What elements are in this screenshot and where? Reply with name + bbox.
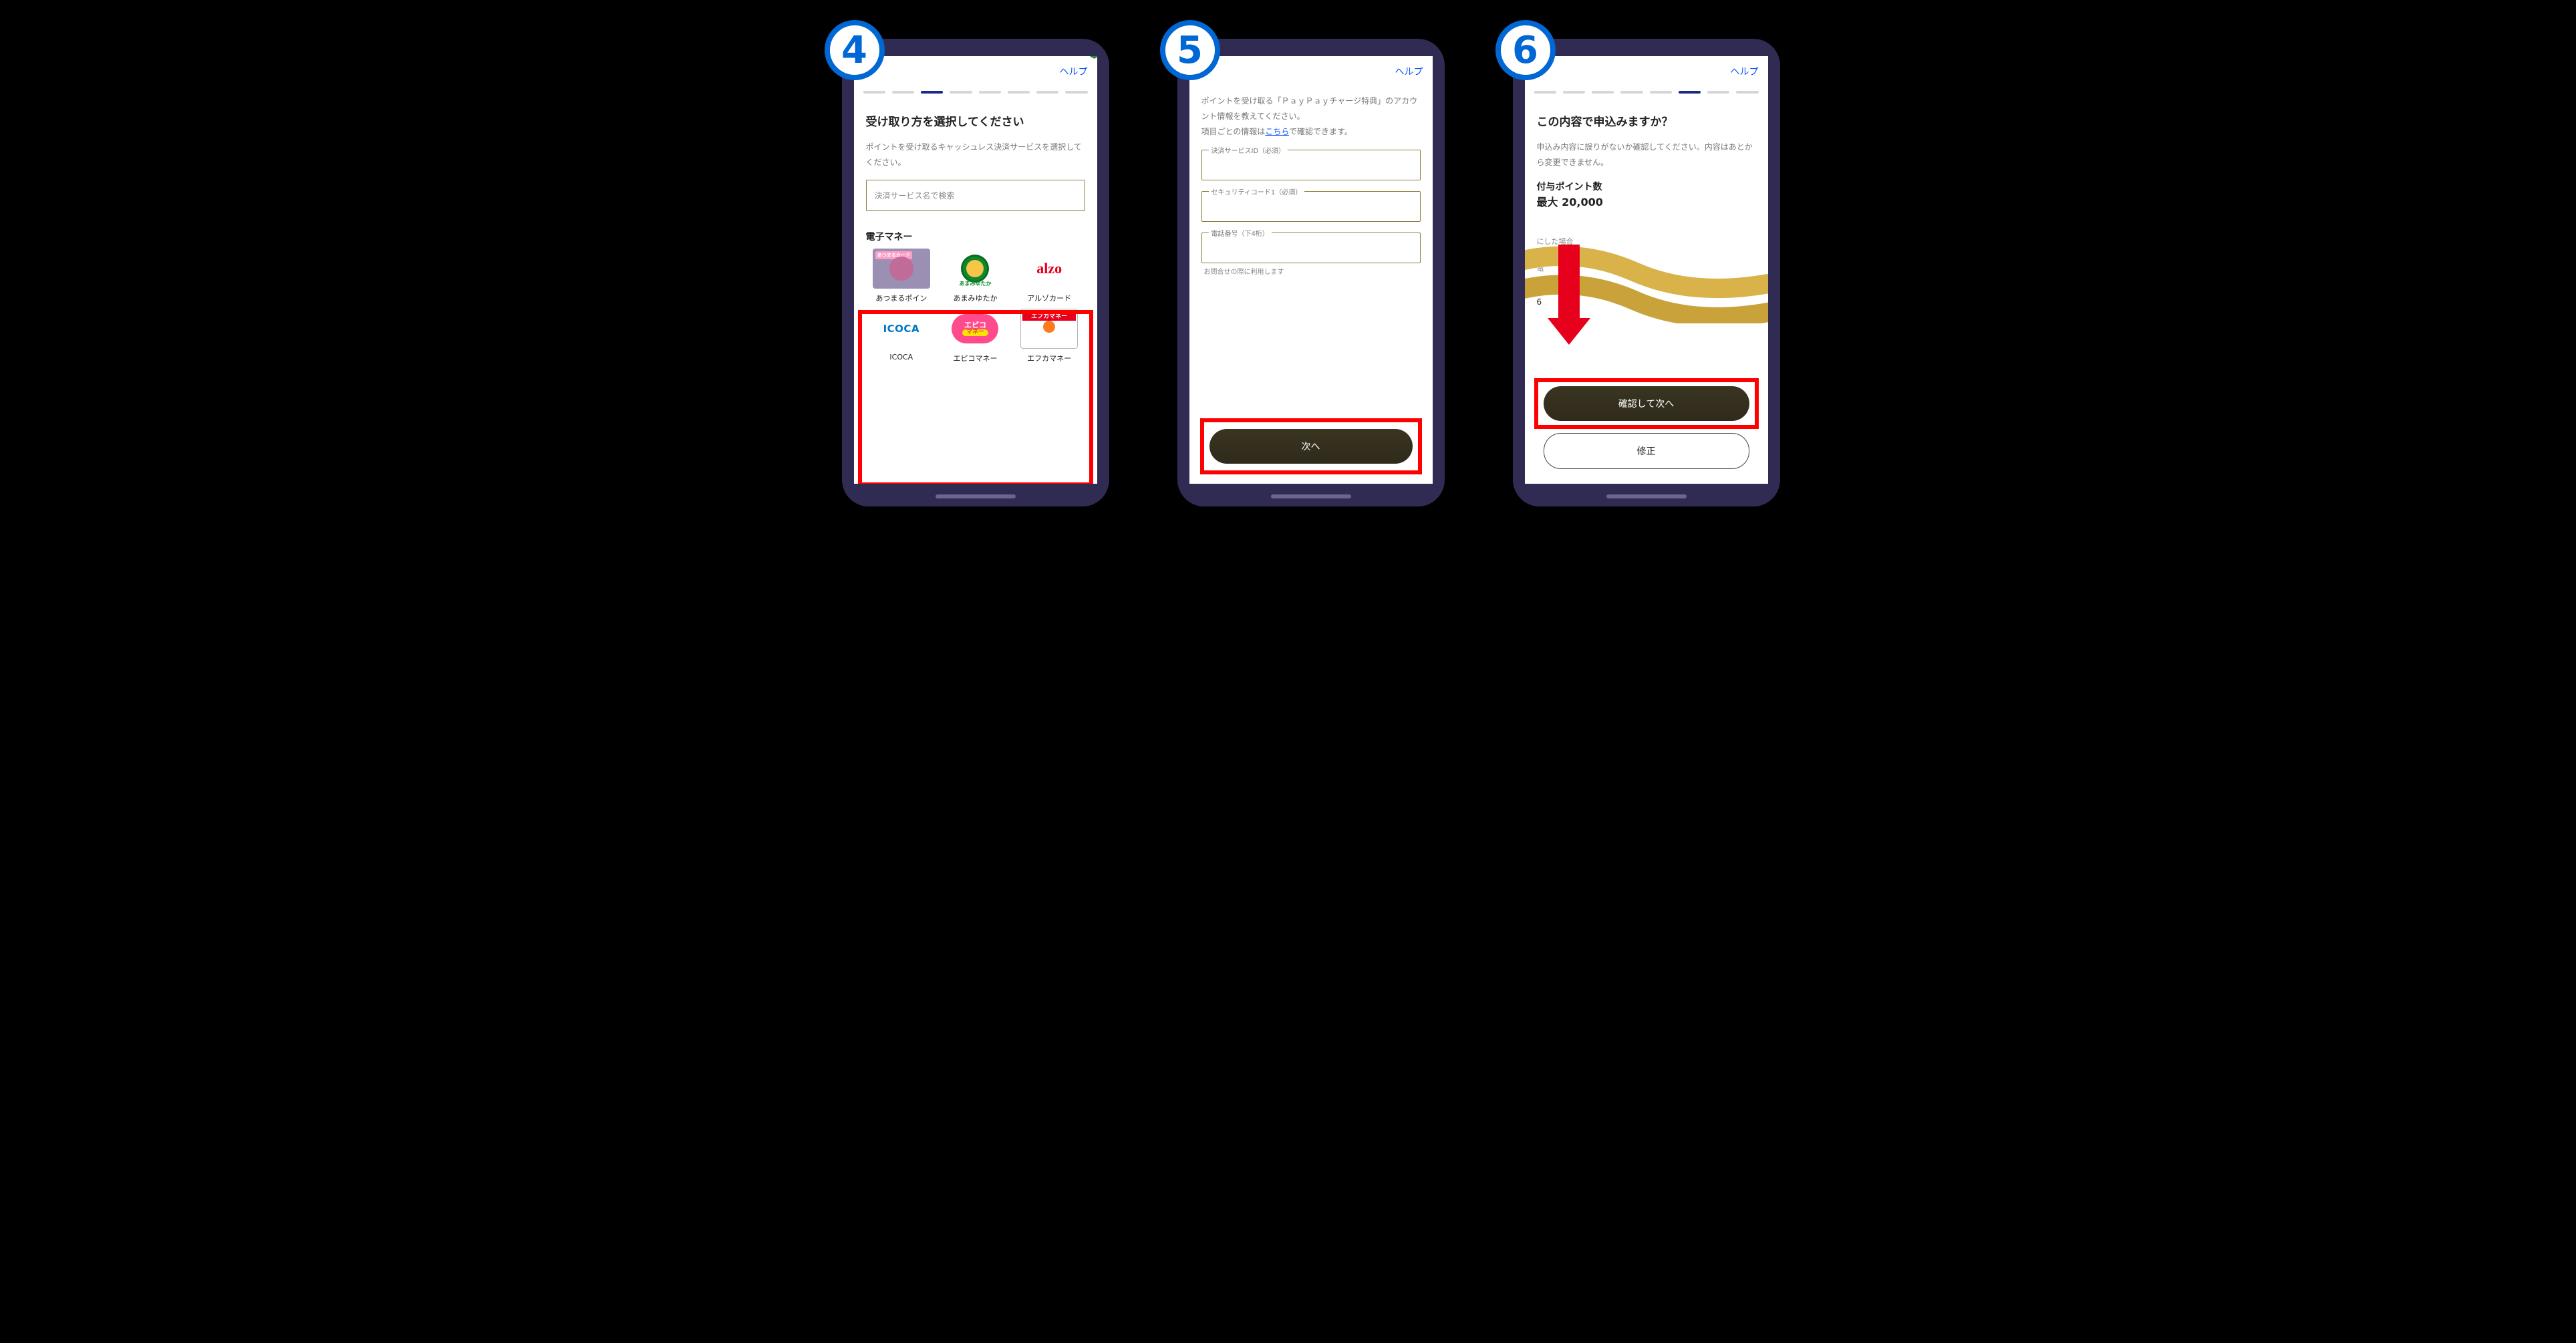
field-legend: セキュリティコード1（必須） — [1209, 186, 1305, 196]
phone-step-6: ‹ ヘルプ この内容で申込みますか？ 申込み内容に誤りがないか確認してください。… — [1513, 39, 1780, 506]
search-input[interactable]: 決済サービス名で検索 — [866, 180, 1085, 211]
screen-step-6: ‹ ヘルプ この内容で申込みますか？ 申込み内容に誤りがないか確認してください。… — [1525, 56, 1768, 484]
emoney-option[interactable]: エフカマネー エフカマネー — [1016, 309, 1083, 363]
atsumaru-card-icon: あつまるカード — [873, 249, 930, 289]
emoney-option[interactable]: あまみゆたか あまみゆたか — [942, 249, 1008, 303]
ebico-money-icon: エピコマネー — [946, 309, 1004, 349]
option-label: ICOCA — [889, 353, 913, 361]
alzo-card-icon: alzo — [1020, 249, 1078, 289]
field-legend: 決済サービスID（必須） — [1209, 145, 1288, 155]
screen-step-4: ‹ ヘルプ 受け取り方を選択してください ポイントを受け取るキャッシュレス決済サ… — [854, 56, 1097, 484]
down-arrow-icon — [1548, 245, 1590, 358]
edit-button[interactable]: 修正 — [1544, 433, 1749, 469]
progress-bar — [1525, 87, 1768, 100]
emoney-option[interactable]: ICOCA ICOCA — [869, 309, 935, 363]
emoney-option-grid: あつまるカード あつまるポイン あまみゆたか あまみゆたか — [866, 243, 1085, 369]
account-info-description: ポイントを受け取る「ＰａｙＰａｙチャージ特典」のアカウント情報を教えてください。… — [1201, 94, 1421, 139]
page-subtitle: ポイントを受け取るキャッシュレス決済サービスを選択してください。 — [866, 140, 1085, 170]
page-title: 受け取り方を選択してください — [866, 112, 1085, 129]
help-link[interactable]: ヘルプ — [1731, 65, 1759, 78]
phone-hint: お問合せの際に利用します — [1201, 266, 1421, 276]
step-badge-4: 4 — [825, 20, 885, 80]
option-label: あまみゆたか — [953, 293, 997, 303]
next-button[interactable]: 次へ — [1209, 429, 1413, 464]
option-label: エフカマネー — [1027, 353, 1071, 363]
screen-step-5: ‹ ヘルプ ポイントを受け取る「ＰａｙＰａｙチャージ特典」のアカウント情報を教え… — [1189, 56, 1433, 484]
field-legend: 電話番号（下4桁） — [1209, 228, 1272, 238]
phone-step-4: ‹ ヘルプ 受け取り方を選択してください ポイントを受け取るキャッシュレス決済サ… — [842, 39, 1109, 506]
icoca-icon: ICOCA — [873, 309, 930, 349]
emoney-option[interactable]: あつまるカード あつまるポイン — [869, 249, 935, 303]
help-link[interactable]: ヘルプ — [1395, 65, 1423, 78]
help-link[interactable]: ヘルプ — [1060, 65, 1088, 78]
emoney-option[interactable]: エピコマネー エピコマネー — [942, 309, 1008, 363]
phone-step-5: ‹ ヘルプ ポイントを受け取る「ＰａｙＰａｙチャージ特典」のアカウント情報を教え… — [1177, 39, 1445, 506]
efuka-money-icon: エフカマネー — [1020, 309, 1078, 349]
max-points-line: 最大 20,000 — [1537, 193, 1756, 209]
option-label: エピコマネー — [953, 353, 997, 363]
option-label: アルゾカード — [1027, 293, 1071, 303]
amami-yutaka-icon: あまみゆたか — [946, 249, 1004, 289]
progress-bar — [854, 87, 1097, 100]
service-id-field[interactable]: 決済サービスID（必須） — [1201, 150, 1421, 180]
section-label-points: 付与ポイント数 — [1537, 180, 1756, 193]
phone-last4-field[interactable]: 電話番号（下4桁） — [1201, 233, 1421, 263]
option-label: あつまるポイン — [875, 293, 927, 303]
page-subtitle: 申込み内容に誤りがないか確認してください。内容はあとから変更できません。 — [1537, 140, 1756, 170]
emoney-option[interactable]: alzo アルゾカード — [1016, 249, 1083, 303]
step-badge-6: 6 — [1495, 20, 1556, 80]
confirm-next-button[interactable]: 確認して次へ — [1544, 386, 1749, 421]
page-title: この内容で申込みますか？ — [1537, 112, 1756, 129]
security-code-field[interactable]: セキュリティコード1（必須） — [1201, 191, 1421, 222]
section-label-emoney: 電子マネー — [866, 230, 1085, 243]
tutorial-steps-canvas: 4 ‹ ヘルプ 受け取り方を選択してください ポイントを受け取るキャッシュレス決… — [787, 0, 1790, 521]
info-link[interactable]: こちら — [1265, 127, 1289, 136]
step-badge-5: 5 — [1160, 20, 1220, 80]
